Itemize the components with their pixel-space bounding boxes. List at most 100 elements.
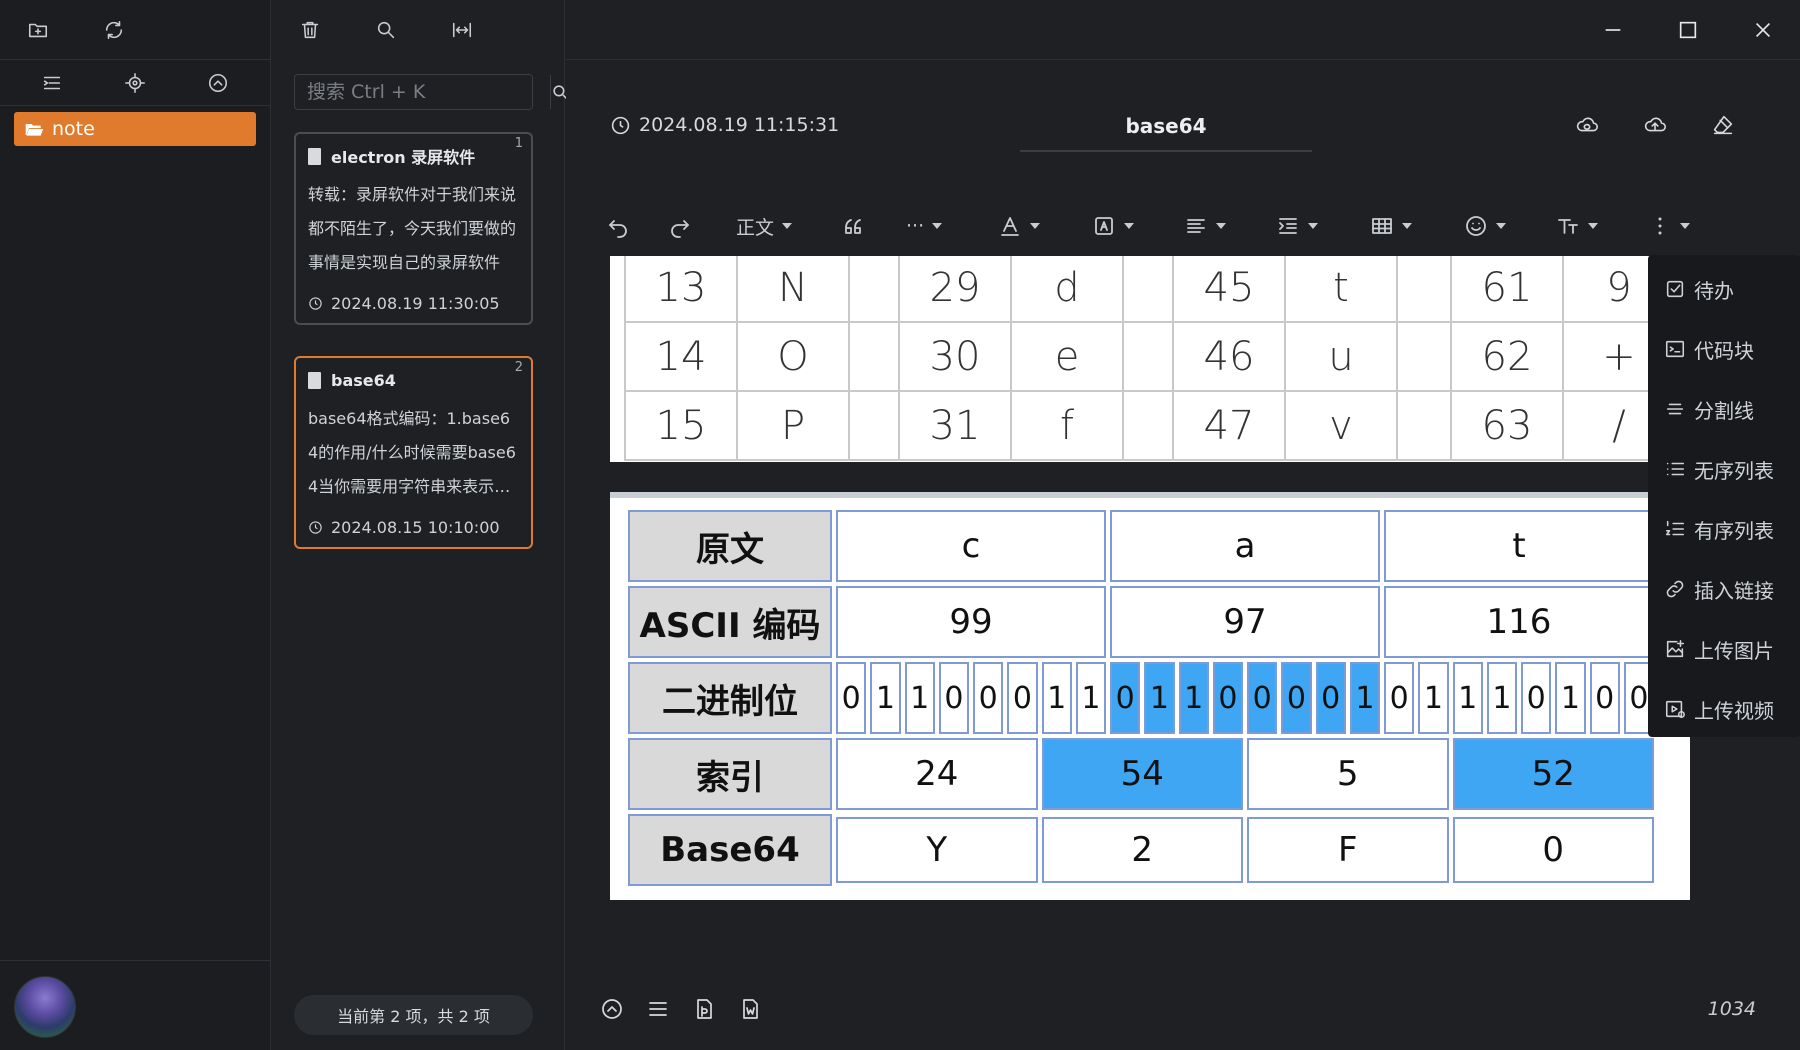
bit: 0 [1247,662,1278,734]
search-input[interactable] [295,75,550,109]
clock-icon [309,521,322,534]
table-cell: e [1010,321,1124,392]
font-size-select[interactable] [1556,205,1648,247]
bit: 0 [1007,662,1038,734]
table-cell: t [1284,256,1398,323]
clear-format-icon[interactable] [1710,112,1736,138]
caret-down-icon [1588,223,1598,229]
collapse-list-icon[interactable] [38,69,66,97]
table-row: 14 O 30 e 46 u 62 + [624,321,1676,392]
table-row: 15 P 31 f 47 v 63 / [624,390,1676,461]
table-cell: 13 [624,256,738,323]
search-box [294,74,568,110]
bit: 1 [1555,662,1586,734]
row-header: Base64 [628,814,832,886]
table-row: 13 N 29 d 45 t 61 9 [624,256,1676,323]
note-title-input[interactable]: base64 [1020,104,1312,152]
table-cell: 99 [836,586,1106,658]
bit: 1 [904,662,935,734]
menu-item-todo[interactable]: 待办 [1648,259,1800,319]
bit: 0 [1521,662,1552,734]
menu-item-label: 代码块 [1694,338,1754,363]
table-cell [848,390,900,461]
redo-button[interactable] [668,205,736,247]
emoji-select[interactable] [1464,205,1556,247]
align-left-icon [1187,219,1205,233]
fit-width-icon[interactable] [448,16,476,44]
embedded-image-base64-example: 原文 c a t ASCII 编码 99 97 116 二进制位 0 1 1 0… [610,492,1690,900]
bit: 1 [870,662,901,734]
base64-cell: Y [836,817,1038,883]
undo-button[interactable] [606,205,668,247]
image-upload-icon [1666,639,1685,658]
new-folder-icon[interactable] [24,16,52,44]
bit: 0 [1212,662,1243,734]
menu-item-insert-link[interactable]: 插入链接 [1648,559,1800,619]
bit: 0 [1315,662,1346,734]
editor-content[interactable]: 13 N 29 d 45 t 61 9 14 O 30 e 46 u 62 + … [596,256,1726,946]
sync-icon[interactable] [100,16,128,44]
indent-select[interactable] [1276,205,1370,247]
paragraph-style-select[interactable]: 正文 [736,205,842,247]
maximize-button[interactable] [1650,0,1725,60]
menu-item-bullet-list[interactable]: 无序列表 [1648,439,1800,499]
menu-item-upload-video[interactable]: 上传视频 [1648,679,1800,739]
more-format-select[interactable]: ··· [906,205,998,247]
table-cell: t [1384,510,1654,582]
outline-icon[interactable] [646,997,670,1021]
close-button[interactable] [1725,0,1800,60]
menu-item-label: 无序列表 [1694,458,1774,483]
base64-table: 原文 c a t ASCII 编码 99 97 116 二进制位 0 1 1 0… [624,506,1658,890]
table-cell: P [736,390,850,461]
locate-icon[interactable] [121,69,149,97]
delete-icon[interactable] [296,16,324,44]
align-select[interactable] [1184,205,1276,247]
note-card[interactable]: electron 录屏软件 1 转载：录屏软件对于我们来说都不陌生了，今天我们要… [294,132,533,325]
table-cell: a [1110,510,1380,582]
caret-down-icon [932,223,943,229]
bit: 0 [1110,662,1141,734]
table-cell: v [1284,390,1398,461]
background-color-select[interactable] [1092,205,1184,247]
scroll-top-icon[interactable] [204,69,232,97]
note-card-active[interactable]: base64 2 base64格式编码：1.base64的作用/什么时候需要ba… [294,356,533,549]
table-cell: 14 [624,321,738,392]
note-preview: 转载：录屏软件对于我们来说都不陌生了，今天我们要做的事情是实现自己的录屏软件 [308,185,517,272]
folder-item-note[interactable]: note [14,112,256,146]
table-cell: N [736,256,850,323]
scroll-top-icon[interactable] [600,997,624,1021]
base64-cell-group: Y 2 F 0 [836,814,1654,886]
avatar[interactable] [14,976,76,1038]
table-select[interactable] [1370,205,1464,247]
quote-button[interactable] [842,205,906,247]
insert-more-select[interactable] [1648,205,1698,247]
table-cell [1396,321,1452,392]
code-block-icon [1665,340,1685,358]
table-cell [1122,390,1174,461]
menu-item-code-block[interactable]: 代码块 [1648,319,1800,379]
menu-item-upload-image[interactable]: 上传图片 [1648,619,1800,679]
caret-down-icon [1216,223,1226,229]
row-header: ASCII 编码 [628,586,832,658]
cloud-sync-icon[interactable] [1574,112,1600,138]
sidebar-header [0,0,270,60]
font-color-select[interactable] [998,205,1092,247]
redo-icon [671,220,689,238]
bit: 1 [1178,662,1209,734]
minimize-button[interactable] [1575,0,1650,60]
cloud-upload-icon[interactable] [1642,112,1668,138]
bit: 1 [1349,662,1380,734]
export-pdf-icon[interactable] [692,997,716,1021]
table-row: 二进制位 0 1 1 0 0 0 1 1 0 1 1 0 0 0 0 1 0 1… [628,662,1654,734]
menu-item-numbered-list[interactable]: 有序列表 [1648,499,1800,559]
footer-actions [600,997,762,1021]
sidebar-toolbar [0,60,270,106]
search-icon[interactable] [372,16,400,44]
caret-down-icon [782,223,793,229]
menu-item-divider[interactable]: 分割线 [1648,379,1800,439]
more-format-label: ··· [906,215,925,237]
bit: 0 [973,662,1004,734]
export-word-icon[interactable] [738,997,762,1021]
insert-dropdown-menu: 待办 代码块 分割线 无序列表 有序列表 插入链接 上传图片 上传视频 [1648,255,1800,737]
table-cell: 63 [1450,390,1564,461]
